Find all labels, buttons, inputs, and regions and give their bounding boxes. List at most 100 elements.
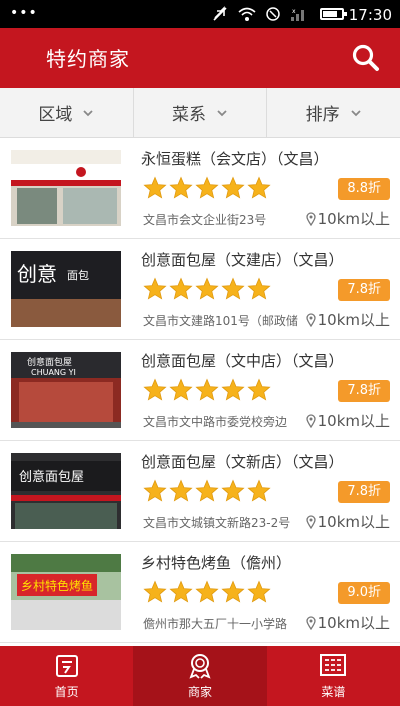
location-pin-icon [305,211,316,226]
list-item[interactable]: 创意面包屋 CHUANG YI 创意面包屋（文中店）（文昌） 7.8折 文昌市文中… [0,340,400,441]
star-icon [169,277,193,300]
shop-photo [11,150,121,226]
shop-distance: 10km以上 [305,309,390,330]
chevron-down-icon [351,109,361,116]
discount-badge: 8.8折 [338,178,390,200]
star-icon [169,378,193,401]
chevron-down-icon [83,109,93,116]
tab-merchant[interactable]: 商家 [133,646,267,706]
app-header: 特约商家 [0,28,400,88]
star-icon [221,479,245,502]
tab-label: 首页 [54,684,79,699]
star-icon [247,580,271,603]
discount-badge: 7.8折 [338,279,390,301]
shop-address: 文昌市文中路市委党校旁边 [143,415,288,429]
tab-label: 菜谱 [321,684,346,699]
svg-text:CHUANG YI: CHUANG YI [31,368,76,377]
list-item[interactable]: 创意 面包 创意面包屋（文建店）（文昌） 7.8折 文昌市文建路101号（邮政储 … [0,239,400,340]
shop-address: 文昌市文建路101号（邮政储 [143,314,298,328]
filter-bar: 区域 菜系 排序 [0,88,400,138]
svg-text:创意: 创意 [17,262,57,286]
svg-text:面包: 面包 [67,269,89,282]
mute-icon [213,6,227,21]
star-icon [143,378,167,401]
shop-photo: 创意面包屋 CHUANG YI [11,352,121,428]
star-icon [143,580,167,603]
shop-distance: 10km以上 [305,410,390,431]
search-icon [352,44,379,71]
shop-photo: 创意 面包 [11,251,121,327]
location-pin-icon [305,312,316,327]
shop-address: 文昌市会文企业街23号 [143,213,267,227]
discount-badge: 7.8折 [338,481,390,503]
shop-address: 文昌市文城镇文新路23-2号 [143,516,291,530]
svg-text:创意面包屋: 创意面包屋 [19,469,84,485]
star-icon [143,479,167,502]
star-icon [143,176,167,199]
shop-distance: 10km以上 [305,208,390,229]
location-pin-icon [305,514,316,529]
svg-text:x: x [292,8,296,15]
shop-photo: 乡村特色烤鱼 [11,554,121,630]
distance-value: 10km以上 [317,210,390,228]
list-item[interactable]: 永恒蛋糕（会文店）（文昌） 8.8折 文昌市会文企业街23号 10km以上 [0,138,400,239]
rating-stars [143,580,271,604]
discount-badge: 9.0折 [338,582,390,604]
list-item[interactable]: 乡村特色烤鱼 乡村特色烤鱼（儋州） 9.0折 儋州市那大五厂十一小学路 10km… [0,542,400,643]
distance-value: 10km以上 [317,513,390,531]
tab-home[interactable]: 首页 [0,646,133,706]
filter-sort[interactable]: 排序 [267,88,400,137]
star-icon [143,277,167,300]
filter-label: 菜系 [172,105,206,125]
filter-label: 排序 [305,105,340,125]
distance-value: 10km以上 [317,614,390,632]
list-item[interactable]: 创意面包屋 创意面包屋（文新店）（文昌） 7.8折 文昌市文城镇文新路23-2号… [0,441,400,542]
shop-distance: 10km以上 [305,511,390,532]
star-icon [195,277,219,300]
distance-value: 10km以上 [317,412,390,430]
star-icon [221,378,245,401]
shop-name: 永恒蛋糕（会文店）（文昌） [141,150,329,168]
tab-menu[interactable]: 菜谱 [267,646,400,706]
star-icon [221,580,245,603]
shop-distance: 10km以上 [305,612,390,633]
star-icon [195,479,219,502]
star-icon [195,176,219,199]
star-icon [221,277,245,300]
location-pin-icon [305,615,316,630]
star-icon [169,479,193,502]
rating-stars [143,277,271,301]
chevron-down-icon [217,109,227,116]
svg-text:乡村特色烤鱼: 乡村特色烤鱼 [21,578,93,593]
status-bar: ••• x 17:30 [0,0,400,28]
distance-value: 10km以上 [317,311,390,329]
svg-text:创意面包屋: 创意面包屋 [27,356,72,368]
merchant-icon [189,653,211,679]
shop-address: 儋州市那大五厂十一小学路 [143,617,288,631]
rating-stars [143,479,271,503]
signal-icon: x [291,8,304,21]
discount-badge: 7.8折 [338,380,390,402]
status-icons: x [212,6,308,22]
notification-dots: ••• [10,5,38,21]
location-pin-icon [305,413,316,428]
star-icon [247,176,271,199]
star-icon [247,277,271,300]
filter-region[interactable]: 区域 [0,88,134,137]
clock: 17:30 [348,6,392,24]
wifi-icon [238,7,256,21]
search-button[interactable] [350,42,382,74]
star-icon [195,580,219,603]
sim-icon [266,7,280,21]
shop-name: 创意面包屋（文新店）（文昌） [141,453,344,471]
star-icon [169,176,193,199]
bottom-tab-bar: 首页 商家 菜谱 [0,646,400,706]
tab-label: 商家 [187,684,212,699]
star-icon [247,479,271,502]
star-icon [169,580,193,603]
filter-cuisine[interactable]: 菜系 [134,88,268,137]
shop-name: 创意面包屋（文中店）（文昌） [141,352,344,370]
page-title: 特约商家 [46,47,130,71]
star-icon [221,176,245,199]
star-icon [195,378,219,401]
